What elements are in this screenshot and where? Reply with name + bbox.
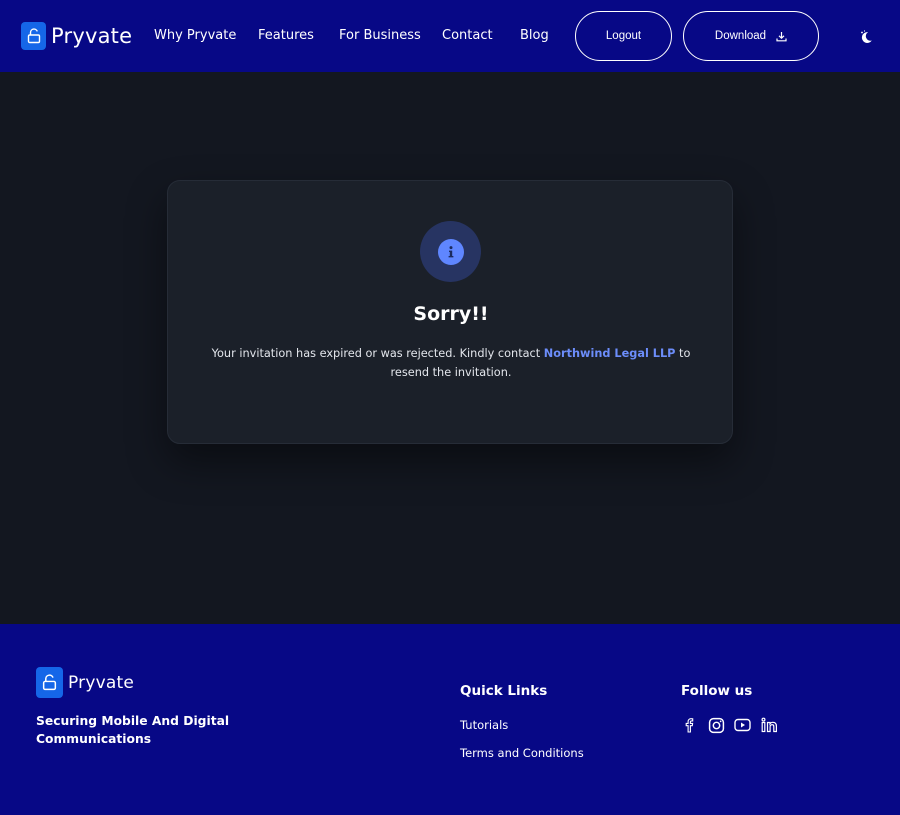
lock-icon (36, 667, 63, 698)
youtube-icon[interactable] (733, 716, 751, 734)
error-title: Sorry!! (413, 303, 489, 325)
lock-icon (21, 22, 46, 50)
site-header: Pryvate Why Pryvate Features For Busines… (0, 0, 900, 72)
logout-button[interactable]: Logout (575, 11, 672, 61)
invitation-expired-card: Sorry!! Your invitation has expired or w… (167, 180, 733, 444)
facebook-icon[interactable] (680, 716, 698, 734)
nav-features[interactable]: Features (258, 28, 314, 43)
follow-us-heading: Follow us (681, 683, 753, 699)
footer-link-tutorials[interactable]: Tutorials (460, 718, 508, 732)
moon-icon[interactable] (858, 29, 874, 45)
footer-brand-name: Pryvate (68, 672, 135, 693)
download-button[interactable]: Download (683, 11, 819, 61)
nav-for-business[interactable]: For Business (339, 28, 421, 43)
instagram-icon[interactable] (707, 716, 725, 734)
nav-contact[interactable]: Contact (442, 28, 493, 43)
footer-tagline: Securing Mobile And Digital Communicatio… (36, 714, 230, 746)
brand-name: Pryvate (51, 24, 133, 48)
linkedin-icon[interactable] (760, 716, 778, 734)
download-icon (776, 31, 787, 42)
site-footer: Pryvate Securing Mobile And Digital Comm… (0, 624, 900, 815)
nav-why-pryvate[interactable]: Why Pryvate (154, 28, 236, 43)
quick-links-heading: Quick Links (460, 683, 548, 699)
info-icon (437, 238, 464, 265)
error-message: Your invitation has expired or was rejec… (204, 344, 698, 382)
message-text-before: Your invitation has expired or was rejec… (211, 347, 544, 360)
footer-link-terms[interactable]: Terms and Conditions (460, 746, 584, 760)
logout-label: Logout (605, 30, 642, 42)
footer-brand-logo[interactable]: Pryvate (36, 667, 134, 698)
info-badge (420, 221, 481, 282)
download-label: Download (714, 30, 767, 42)
nav-blog[interactable]: Blog (520, 28, 549, 43)
company-link[interactable]: Northwind Legal LLP (544, 347, 676, 360)
brand-logo[interactable]: Pryvate (21, 22, 132, 50)
